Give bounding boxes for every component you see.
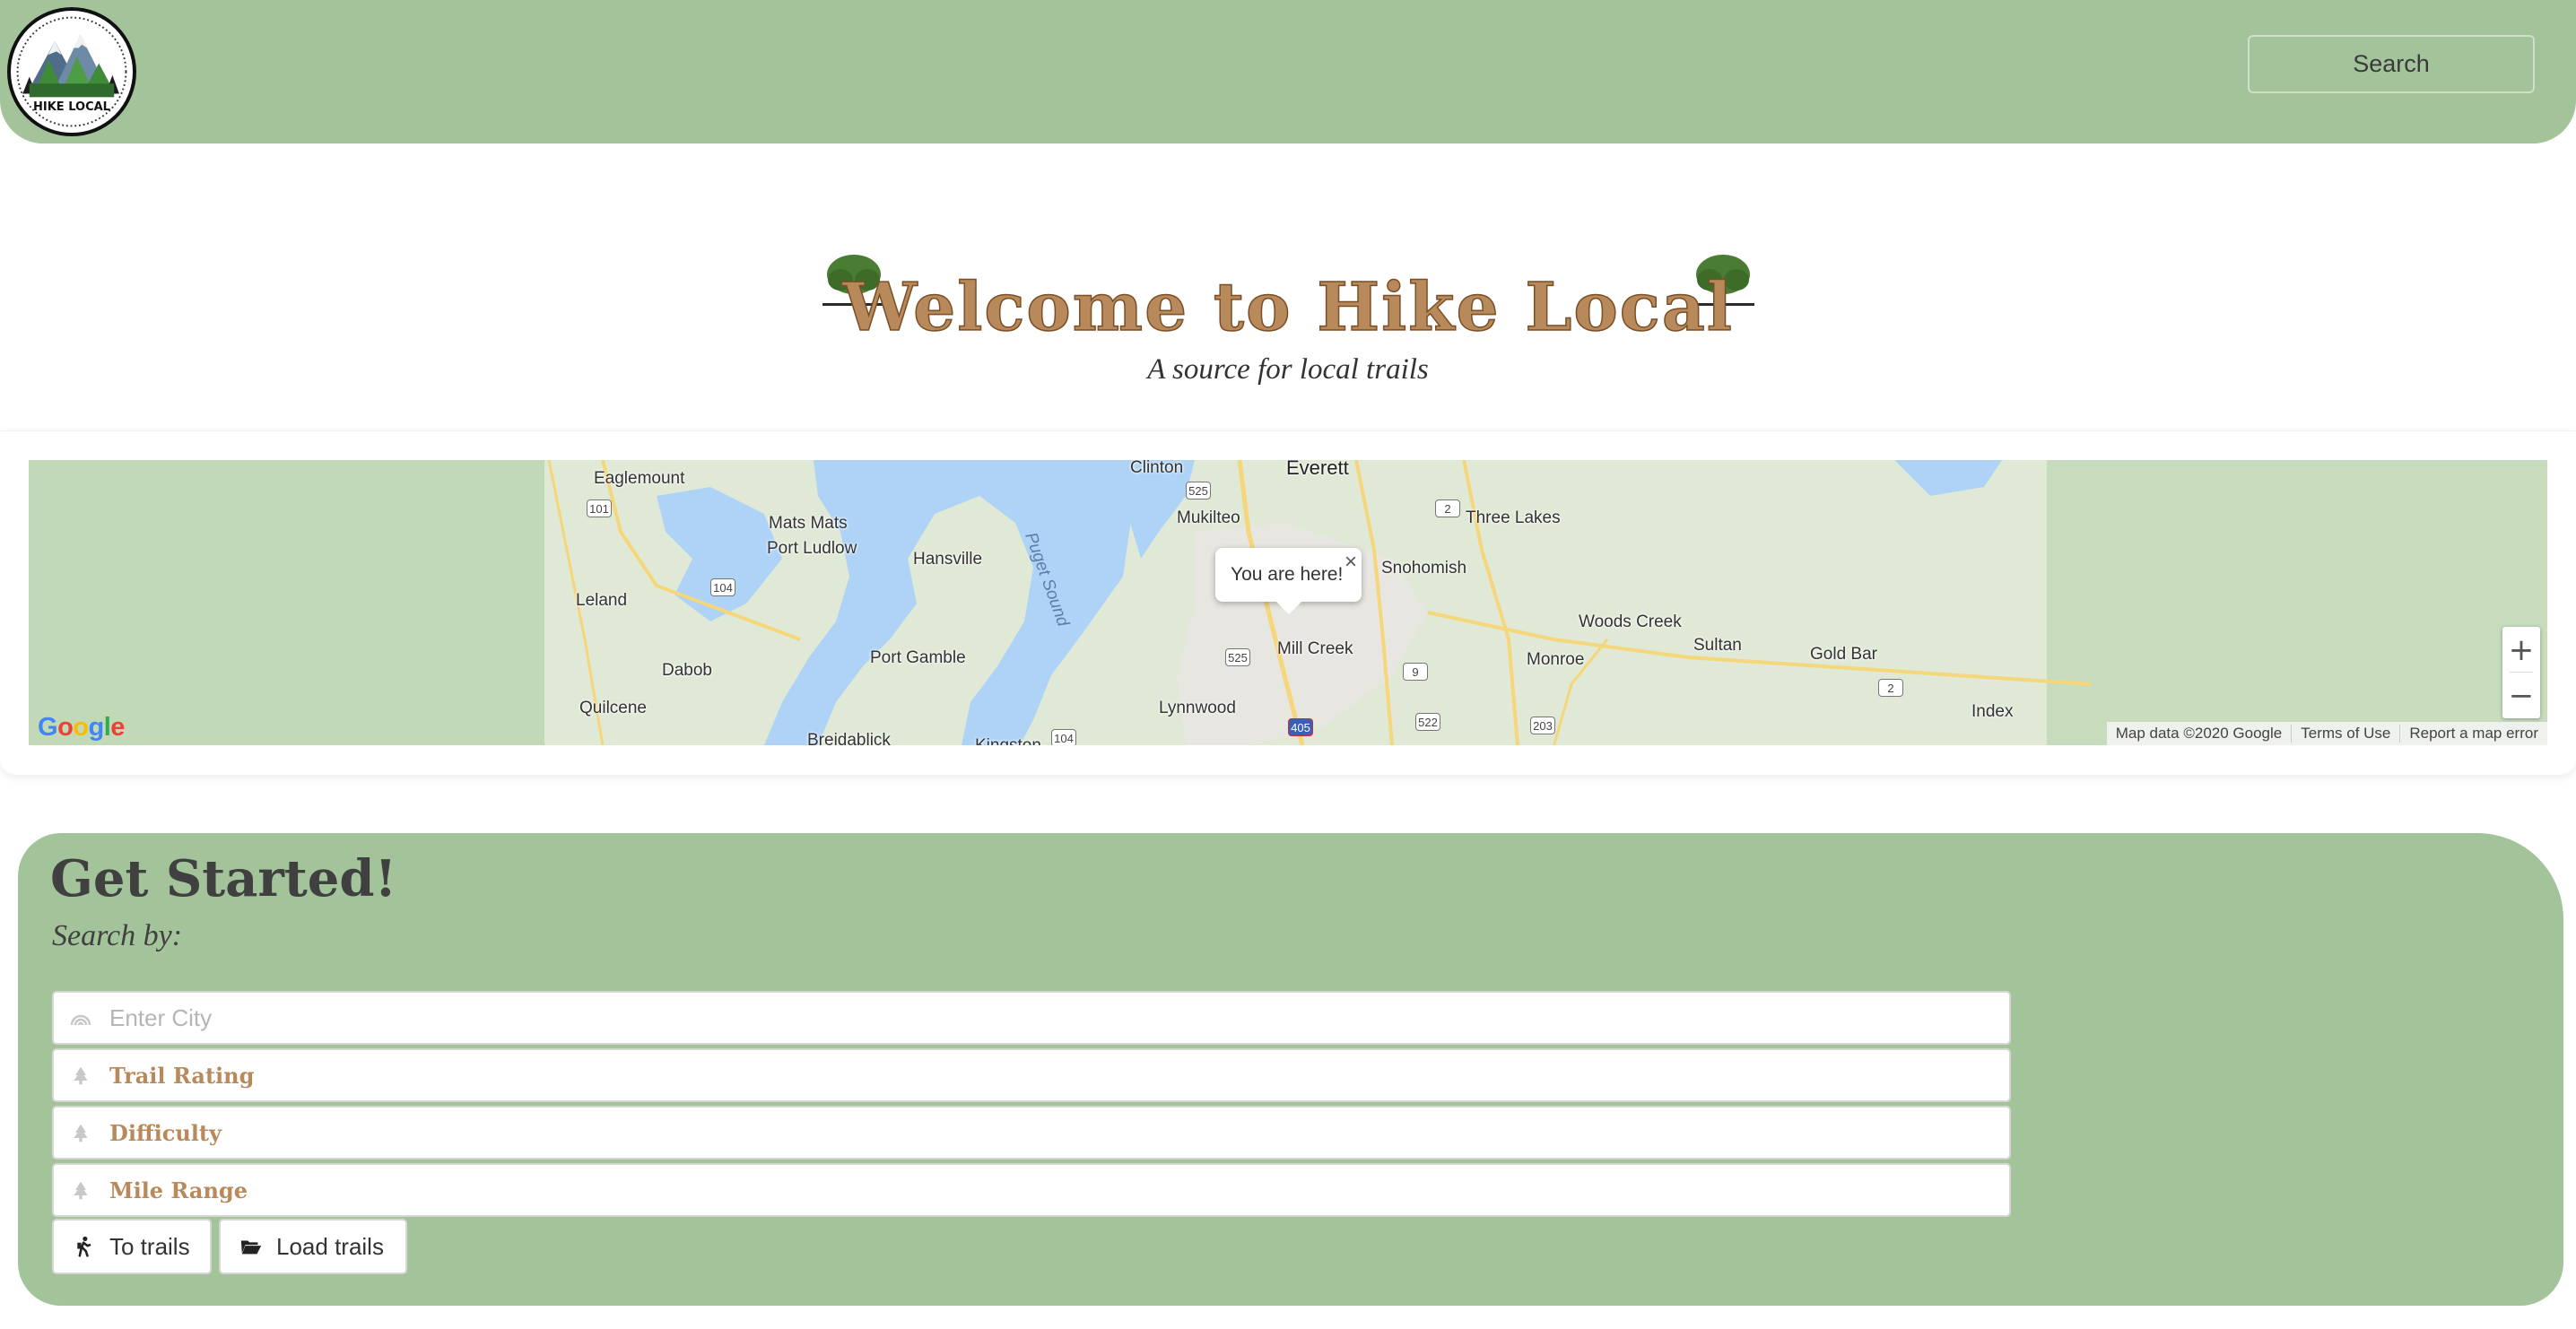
map-label: Quilcene bbox=[579, 699, 647, 717]
map-label: Everett bbox=[1286, 460, 1349, 479]
highway-shield: 104 bbox=[1051, 729, 1076, 745]
difficulty-label: Difficulty bbox=[109, 1119, 222, 1146]
folder-open-icon bbox=[239, 1234, 264, 1259]
hiker-icon bbox=[72, 1234, 97, 1259]
map-label: Leland bbox=[576, 591, 628, 610]
trail-rating-select[interactable]: Trail Rating bbox=[52, 1048, 2011, 1102]
map-label: Port Gamble bbox=[870, 648, 966, 667]
report-map-error-link[interactable]: Report a map error bbox=[2399, 725, 2547, 743]
map-label: Sultan bbox=[1693, 636, 1742, 655]
highway-shield: 405 bbox=[1288, 718, 1313, 736]
to-trails-button[interactable]: To trails bbox=[52, 1219, 212, 1274]
map-label: Eaglemount bbox=[594, 469, 685, 488]
search-button[interactable]: Search bbox=[2248, 35, 2535, 93]
get-started-section: Get Started! Search by: Trail Rating Dif… bbox=[18, 833, 2563, 1306]
highway-shield: 522 bbox=[1415, 713, 1440, 731]
map-label: Breidablick bbox=[807, 731, 891, 745]
zoom-control: + − bbox=[2502, 627, 2540, 718]
highway-shield: 9 bbox=[1403, 663, 1428, 681]
map-label: Hansville bbox=[913, 550, 983, 569]
get-started-title: Get Started! bbox=[50, 849, 397, 908]
search-by-label: Search by: bbox=[52, 919, 183, 952]
difficulty-select[interactable]: Difficulty bbox=[52, 1106, 2011, 1160]
highway-shield: 2 bbox=[1435, 499, 1460, 517]
trail-rating-label: Trail Rating bbox=[109, 1062, 255, 1089]
map-label: Mill Creek bbox=[1277, 639, 1353, 658]
map-label: Clinton bbox=[1130, 460, 1184, 477]
highway-shield: 203 bbox=[1530, 717, 1555, 734]
zoom-in-button[interactable]: + bbox=[2502, 627, 2540, 673]
tree-icon bbox=[68, 1063, 93, 1088]
google-map[interactable]: Eaglemount Mats Mats Port Ludlow Hansvil… bbox=[29, 460, 2547, 745]
map-label: Snohomish bbox=[1381, 559, 1467, 578]
to-trails-label: To trails bbox=[109, 1232, 190, 1260]
map-label: Mukilteo bbox=[1177, 508, 1240, 527]
highway-shield: 525 bbox=[1225, 648, 1250, 666]
you-are-here-popup: You are here! × bbox=[1215, 548, 1362, 614]
mountain-logo-icon bbox=[16, 16, 127, 127]
map-label: Mats Mats bbox=[769, 514, 848, 533]
zoom-out-button[interactable]: − bbox=[2502, 673, 2540, 718]
tree-icon bbox=[68, 1177, 93, 1203]
page-subtitle: A source for local trails bbox=[1147, 353, 1429, 386]
hike-local-logo[interactable]: HIKE LOCAL bbox=[7, 7, 136, 136]
welcome-section: Welcome to Hike Local A source for local… bbox=[0, 242, 2576, 386]
highway-shield: 101 bbox=[587, 499, 612, 517]
page-title: Welcome to Hike Local bbox=[841, 268, 1734, 347]
load-trails-button[interactable]: Load trails bbox=[219, 1219, 407, 1274]
popup-text: You are here! bbox=[1231, 564, 1344, 585]
mile-range-label: Mile Range bbox=[109, 1177, 248, 1203]
map-data-credit: Map data ©2020 Google bbox=[2115, 725, 2283, 742]
map-label: Woods Creek bbox=[1579, 612, 1682, 631]
map-label: Index bbox=[1971, 702, 2014, 721]
map-footer: Map data ©2020 Google Terms of Use Repor… bbox=[2106, 722, 2547, 745]
city-input[interactable] bbox=[109, 1003, 2009, 1032]
mile-range-select[interactable]: Mile Range bbox=[52, 1163, 2011, 1217]
map-label: Three Lakes bbox=[1466, 508, 1561, 527]
map-label: Kingston bbox=[975, 736, 1041, 745]
close-icon[interactable]: × bbox=[1345, 550, 1357, 575]
location-icon bbox=[68, 1005, 93, 1030]
google-logo: Google bbox=[38, 713, 125, 742]
load-trails-label: Load trails bbox=[276, 1232, 384, 1260]
map-card: Eaglemount Mats Mats Port Ludlow Hansvil… bbox=[0, 430, 2576, 775]
terms-of-use-link[interactable]: Terms of Use bbox=[2291, 725, 2399, 743]
logo-text: HIKE LOCAL bbox=[33, 100, 110, 114]
map-label: Monroe bbox=[1527, 650, 1585, 669]
highway-shield: 525 bbox=[1186, 482, 1211, 499]
top-navbar: HIKE LOCAL Search bbox=[0, 0, 2576, 143]
highway-shield: 2 bbox=[1878, 679, 1903, 697]
map-label: Gold Bar bbox=[1810, 645, 1877, 664]
map-label: Dabob bbox=[662, 661, 712, 680]
city-field[interactable] bbox=[52, 991, 2011, 1045]
highway-shield: 104 bbox=[710, 578, 735, 596]
zoom-divider bbox=[2510, 672, 2533, 673]
tree-icon bbox=[68, 1120, 93, 1145]
map-label: Lynnwood bbox=[1159, 699, 1236, 717]
map-label: Port Ludlow bbox=[767, 539, 857, 558]
